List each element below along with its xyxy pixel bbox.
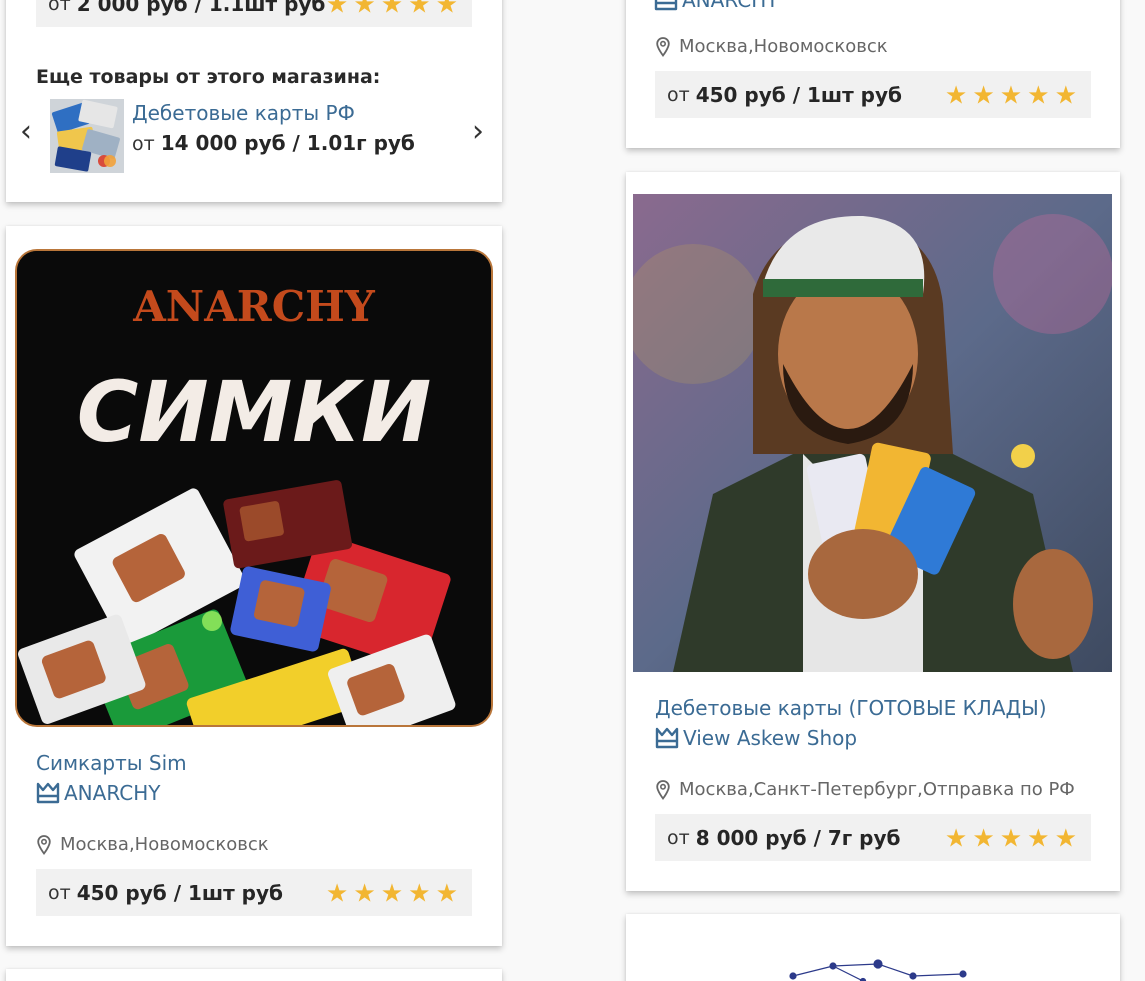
shop-name: ANARCHY [682,0,779,12]
more-from-shop-heading: Еще товары от этого магазина: [36,66,381,88]
star-icon: ★ [1027,80,1050,109]
more-item-price-amount: 14 000 руб / 1.01г руб [160,131,415,155]
network-graphic-image [789,959,967,981]
shop-link[interactable]: ANARCHY [36,781,160,805]
product-card-sim: ANARCHY СИМКИ Симкарты Sim ANARCHY Москв… [6,226,502,946]
map-pin-icon [656,36,670,57]
crown-icon [655,727,679,749]
cards-thumbnail-image [50,99,124,173]
image-headline-text: СИМКИ [77,363,432,461]
price-box: от 2 000 руб / 1.1шт руб ★ ★ ★ ★ ★ [36,0,472,27]
man-with-cards-image [633,194,1112,672]
product-image[interactable] [633,194,1112,672]
star-icon: ★ [1054,80,1077,109]
price-amount: 2 000 руб / 1.1шт руб [76,0,326,16]
star-icon: ★ [944,823,968,852]
crown-icon [36,782,60,804]
shop-name: ANARCHY [64,781,161,805]
star-icon: ★ [325,0,349,18]
map-pin-icon [656,779,670,800]
rating-stars: ★ ★ ★ ★ ★ [326,0,458,16]
star-icon: ★ [944,80,968,109]
location-text: Москва,Санкт-Петербург,Отправка по РФ [679,779,1075,800]
product-title-link[interactable]: Симкарты Sim [36,751,187,775]
product-image[interactable] [633,936,1112,981]
image-title-text: ANARCHY [132,282,376,331]
star-icon: ★ [435,878,458,907]
price-prefix: от [48,0,71,15]
star-icon: ★ [972,823,995,852]
star-icon: ★ [1054,823,1077,852]
star-icon: ★ [325,878,349,907]
more-item-title-link[interactable]: Дебетовые карты РФ [132,101,355,125]
star-icon: ★ [380,0,404,18]
crown-icon [654,0,678,11]
location-text: Москва,Новомосковск [679,36,888,57]
price-box: от 450 руб / 1шт руб ★ ★ ★ ★ ★ [36,869,472,916]
shop-link[interactable]: View Askew Shop [655,726,857,750]
price-amount: 450 руб / 1шт руб [695,82,902,107]
price-prefix: от [667,83,690,106]
price-box: от 8 000 руб / 7г руб ★ ★ ★ ★ ★ [655,814,1091,861]
price-prefix: от [48,881,71,904]
star-icon: ★ [408,878,431,907]
rating-stars: ★ ★ ★ ★ ★ [945,825,1077,850]
location: Москва,Санкт-Петербург,Отправка по РФ [656,779,1075,800]
location: Москва,Новомосковск [656,36,888,57]
location-text: Москва,Новомосковск [60,834,269,855]
shop-name: View Askew Shop [683,726,858,750]
product-card-top-right: ANARCHY Москва,Новомосковск от 450 руб /… [626,0,1120,148]
more-item-price: от 14 000 руб / 1.01г руб [132,131,415,155]
star-icon: ★ [353,0,376,18]
product-card-top-left: от 2 000 руб / 1.1шт руб ★ ★ ★ ★ ★ Еще т… [6,0,502,202]
star-icon: ★ [972,80,995,109]
price-amount: 8 000 руб / 7г руб [695,825,901,850]
price-amount: 450 руб / 1шт руб [76,880,283,905]
product-card-bottom-left [6,969,502,981]
product-card-debit: Дебетовые карты (ГОТОВЫЕ КЛАДЫ) View Ask… [626,172,1120,891]
rating-stars: ★ ★ ★ ★ ★ [945,82,1077,107]
location: Москва,Новомосковск [37,834,269,855]
price-prefix: от [667,826,690,849]
carousel-prev-button[interactable]: ‹ [20,117,32,147]
star-icon: ★ [353,878,376,907]
rating-stars: ★ ★ ★ ★ ★ [326,880,458,905]
product-image[interactable]: ANARCHY СИМКИ [15,249,493,727]
star-icon: ★ [999,80,1023,109]
more-item-thumbnail[interactable] [50,99,124,173]
sim-cards-image: ANARCHY СИМКИ [17,251,491,725]
map-pin-icon [37,834,51,855]
star-icon: ★ [999,823,1023,852]
star-icon: ★ [435,0,458,18]
shop-link[interactable]: ANARCHY [654,0,778,12]
price-box: от 450 руб / 1шт руб ★ ★ ★ ★ ★ [655,71,1091,118]
product-card-bottom-right [626,914,1120,981]
star-icon: ★ [1027,823,1050,852]
carousel-next-button[interactable]: › [472,117,484,147]
product-title-link[interactable]: Дебетовые карты (ГОТОВЫЕ КЛАДЫ) [655,696,1047,720]
more-item-price-prefix: от [132,133,155,155]
page: от 2 000 руб / 1.1шт руб ★ ★ ★ ★ ★ Еще т… [0,0,1145,981]
star-icon: ★ [408,0,431,18]
star-icon: ★ [380,878,404,907]
